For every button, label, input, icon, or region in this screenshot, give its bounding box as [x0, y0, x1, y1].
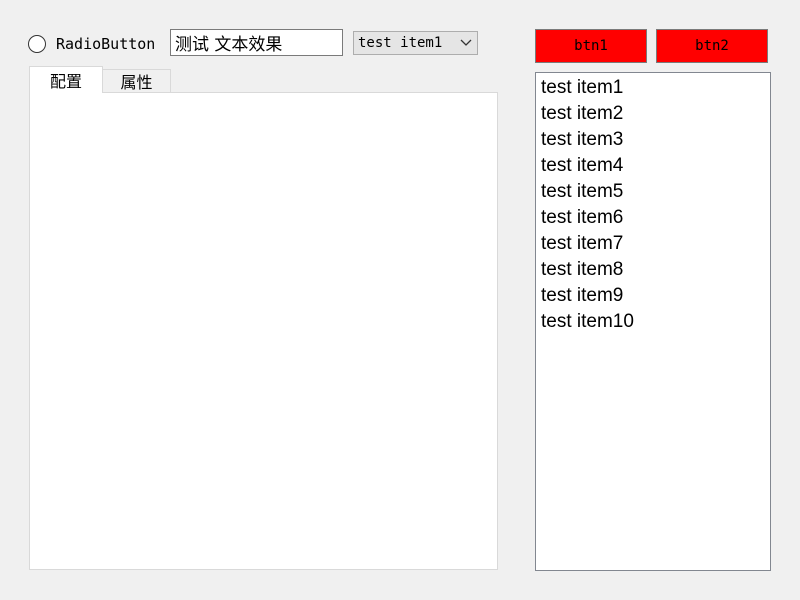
list-item[interactable]: test item5: [536, 179, 770, 205]
list-item[interactable]: test item6: [536, 205, 770, 231]
text-input[interactable]: [170, 29, 343, 56]
list-item[interactable]: test item3: [536, 127, 770, 153]
list-item[interactable]: test item10: [536, 309, 770, 335]
list-item[interactable]: test item8: [536, 257, 770, 283]
tab-content-panel: [29, 92, 498, 570]
tab-properties-label: 属性: [120, 73, 153, 92]
tab-properties[interactable]: 属性: [103, 69, 171, 92]
tab-config[interactable]: 配置: [29, 66, 103, 93]
list-item[interactable]: test item7: [536, 231, 770, 257]
btn1-button[interactable]: btn1: [535, 29, 647, 63]
list-item[interactable]: test item9: [536, 283, 770, 309]
dropdown-selected-value: test item1: [358, 35, 443, 51]
btn2-button[interactable]: btn2: [656, 29, 768, 63]
radio-button[interactable]: RadioButton: [28, 33, 155, 55]
tab-config-label: 配置: [49, 72, 82, 91]
list-item[interactable]: test item2: [536, 101, 770, 127]
btn2-label: btn2: [695, 38, 729, 54]
item-dropdown[interactable]: test item1: [353, 31, 478, 55]
chevron-down-icon[interactable]: [455, 32, 477, 54]
list-item[interactable]: test item1: [536, 75, 770, 101]
list-item[interactable]: test item4: [536, 153, 770, 179]
radio-indicator[interactable]: [28, 35, 46, 53]
item-list[interactable]: test item1 test item2 test item3 test it…: [535, 72, 771, 571]
btn1-label: btn1: [574, 38, 608, 54]
radio-button-label: RadioButton: [56, 35, 156, 53]
